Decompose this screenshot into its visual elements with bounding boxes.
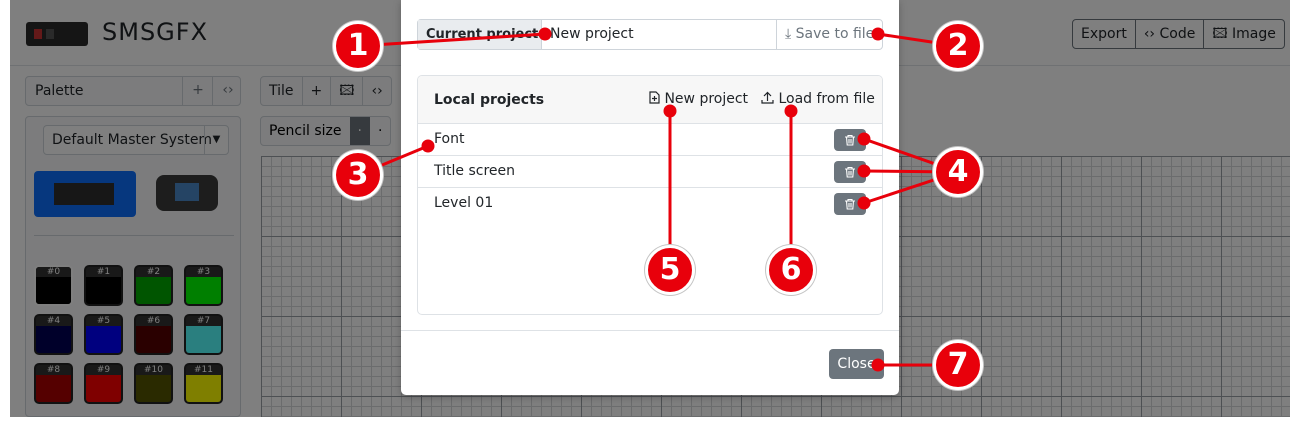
- callout-badge-1: 1: [333, 21, 383, 71]
- callout-badge-4: 4: [933, 147, 983, 197]
- screenshot-stage: SMSGFX Export ‹› Code 🖾 Image Palette + …: [0, 0, 1300, 425]
- callout-dot-2: [871, 27, 885, 41]
- callout-dot-4: [857, 164, 871, 178]
- callout-badge-6: 6: [766, 245, 816, 295]
- callout-dot-7: [871, 358, 885, 372]
- callout-dot-5: [663, 104, 677, 118]
- callout-badge-5: 5: [645, 245, 695, 295]
- callout-dot-1: [538, 27, 552, 41]
- callout-dot-6: [784, 104, 798, 118]
- callout-annotations: [357, 27, 959, 372]
- callout-dot-4: [857, 196, 871, 210]
- callout-badge-3: 3: [333, 150, 383, 200]
- callout-badge-7: 7: [933, 340, 983, 390]
- callout-dot-3: [421, 139, 435, 153]
- callout-dot-4: [857, 132, 871, 146]
- callout-line-1: [357, 32, 546, 48]
- callout-badge-2: 2: [933, 21, 983, 71]
